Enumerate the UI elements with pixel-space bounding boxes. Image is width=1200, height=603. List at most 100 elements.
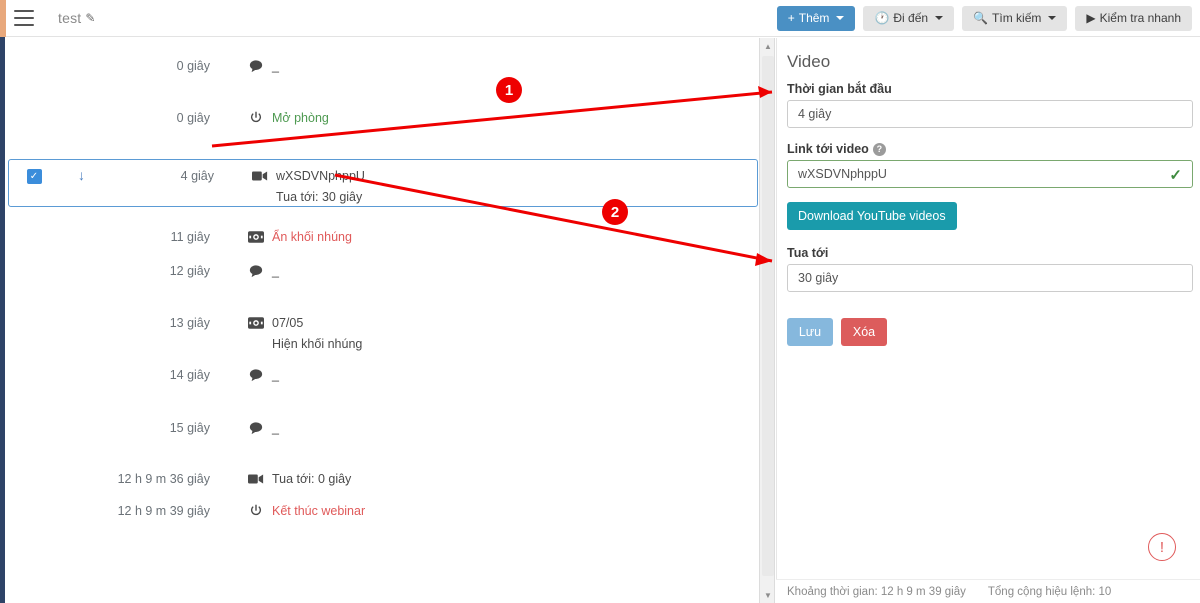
row-label: wXSDVNphppU: [276, 169, 365, 183]
triangle-down-icon[interactable]: ▼: [760, 587, 776, 603]
chat-icon: [248, 58, 264, 74]
toolbar: + Thêm 🕐 Đi đến 🔍 Tìm kiếm ▶ Kiểm tra nh…: [776, 5, 1192, 31]
timeline-row[interactable]: 13 giây 07/05 Hiện khối nhúng: [5, 307, 758, 351]
row-checkbox[interactable]: ✓: [26, 169, 42, 184]
row-arrow-cell: [55, 307, 100, 314]
play-icon: ▶: [1086, 11, 1096, 25]
save-button[interactable]: Lưu: [787, 318, 833, 346]
annotation-badge-1: 1: [496, 77, 522, 103]
row-timestamp: 12 giây: [169, 264, 210, 278]
row-primary-line: Kết thúc webinar: [248, 503, 365, 519]
row-primary-line: _: [248, 367, 279, 383]
row-arrow-cell: [55, 495, 100, 502]
move-down-icon[interactable]: ↓: [59, 160, 104, 183]
search-icon: 🔍: [973, 11, 989, 25]
row-secondary-line: Hiện khối nhúng: [272, 337, 363, 351]
row-arrow-cell: [55, 463, 100, 470]
row-timestamp: 0 giây: [176, 59, 210, 73]
question-mark-icon[interactable]: ?: [872, 142, 886, 156]
row-select-cell: [5, 359, 55, 368]
row-label: Ẩn khối nhúng: [272, 230, 352, 244]
seek-to-label: Tua tới: [787, 246, 829, 260]
download-youtube-button[interactable]: Download YouTube videos: [787, 202, 957, 230]
start-time-field-wrap: [787, 100, 1193, 128]
timeline-list[interactable]: 0 giây _ 0 giây Mở phòng ✓ ↓ 4 giây wXSDVNphppU…: [5, 38, 758, 603]
chevron-down-icon: [836, 16, 845, 20]
row-arrow-cell: [55, 102, 100, 109]
video-link-label: Link tới video ?: [787, 142, 1192, 156]
row-arrow-cell: [55, 359, 100, 366]
timeline-row[interactable]: 12 giây _: [5, 255, 758, 279]
goto-button-label: Đi đến: [893, 11, 929, 25]
timeline-scrollbar[interactable]: ▲ ▼: [759, 38, 775, 603]
power-icon: [248, 110, 264, 126]
row-arrow-cell: [55, 221, 100, 228]
chat-icon: [248, 420, 264, 436]
row-timestamp: 13 giây: [169, 316, 210, 330]
row-timestamp: 15 giây: [169, 421, 210, 435]
row-arrow-cell: [55, 412, 100, 419]
row-label: 07/05: [272, 316, 304, 330]
hamburger-icon[interactable]: [14, 10, 34, 26]
pencil-icon[interactable]: ✎: [85, 11, 95, 25]
start-time-label: Thời gian bắt đầu: [787, 82, 892, 96]
chat-icon: [248, 263, 264, 279]
video-link-label-text: Link tới video: [787, 142, 869, 156]
timeline-row[interactable]: 12 h 9 m 36 giây Tua tới: 0 giây: [5, 463, 758, 487]
row-primary-line: _: [248, 263, 279, 279]
slide-icon: [248, 315, 264, 331]
exclamation-icon[interactable]: !: [1148, 533, 1176, 561]
search-button-label: Tìm kiếm: [992, 11, 1042, 25]
row-label: Tua tới: 0 giây: [272, 472, 352, 486]
clock-icon: 🕐: [874, 11, 890, 25]
start-time-input[interactable]: [787, 100, 1193, 128]
plus-icon: +: [787, 11, 795, 25]
row-content: _: [248, 359, 279, 383]
add-button[interactable]: + Thêm: [776, 5, 856, 31]
quick-check-button-label: Kiểm tra nhanh: [1099, 11, 1181, 25]
video-link-field-wrap: ✓: [787, 160, 1193, 188]
row-timestamp: 4 giây: [180, 169, 214, 183]
row-content: Tua tới: 0 giây: [248, 463, 351, 487]
top-bar: test ✎ + Thêm 🕐 Đi đến 🔍 Tìm kiếm ▶ Kiểm…: [0, 0, 1200, 37]
timeline-row[interactable]: 0 giây _: [5, 50, 758, 74]
video-link-input[interactable]: [787, 160, 1193, 188]
row-content: Ẩn khối nhúng: [248, 221, 352, 245]
row-select-cell: [5, 412, 55, 421]
row-label: _: [272, 368, 279, 382]
row-content: _: [248, 412, 279, 436]
timeline-row[interactable]: 15 giây _: [5, 412, 758, 436]
row-content: wXSDVNphppU Tua tới: 30 giây: [252, 160, 365, 204]
row-timestamp: 12 h 9 m 39 giây: [117, 504, 210, 518]
row-secondary-line: Tua tới: 30 giây: [276, 190, 363, 204]
timeline-row-selected[interactable]: ✓ ↓ 4 giây wXSDVNphppU Tua tới: 30 giây: [8, 159, 758, 207]
row-content: _: [248, 255, 279, 279]
seek-to-input[interactable]: [787, 264, 1193, 292]
row-primary-line: Tua tới: 0 giây: [248, 471, 351, 487]
row-content: _: [248, 50, 279, 74]
action-buttons: Lưu Xóa: [787, 318, 1192, 346]
row-label: Mở phòng: [272, 111, 329, 125]
timeline-row[interactable]: 11 giây Ẩn khối nhúng: [5, 221, 758, 245]
panel-title: Video: [787, 52, 831, 71]
search-button[interactable]: 🔍 Tìm kiếm: [962, 5, 1068, 31]
scrollbar-thumb[interactable]: [762, 56, 774, 576]
timeline-row[interactable]: 0 giây Mở phòng: [5, 102, 758, 126]
quick-check-button[interactable]: ▶ Kiểm tra nhanh: [1075, 5, 1192, 31]
timeline-row[interactable]: 12 h 9 m 39 giây Kết thúc webinar: [5, 495, 758, 519]
row-content: Mở phòng: [248, 102, 329, 126]
timeline-row[interactable]: 14 giây _: [5, 359, 758, 383]
row-label: _: [272, 421, 279, 435]
triangle-up-icon[interactable]: ▲: [760, 38, 776, 54]
chat-icon: [248, 367, 264, 383]
row-label: _: [272, 59, 279, 73]
total-commands-status: Tổng cộng hiệu lệnh: 10: [987, 585, 1112, 598]
video-icon: [248, 471, 264, 487]
row-arrow-cell: [55, 255, 100, 262]
goto-button[interactable]: 🕐 Đi đến: [863, 5, 955, 31]
row-select-cell: [5, 495, 55, 504]
check-icon: ✓: [1169, 167, 1182, 184]
delete-button[interactable]: Xóa: [841, 318, 887, 346]
status-bar: Khoảng thời gian: 12 h 9 m 39 giây Tổng …: [776, 579, 1200, 603]
row-select-cell: [5, 463, 55, 472]
